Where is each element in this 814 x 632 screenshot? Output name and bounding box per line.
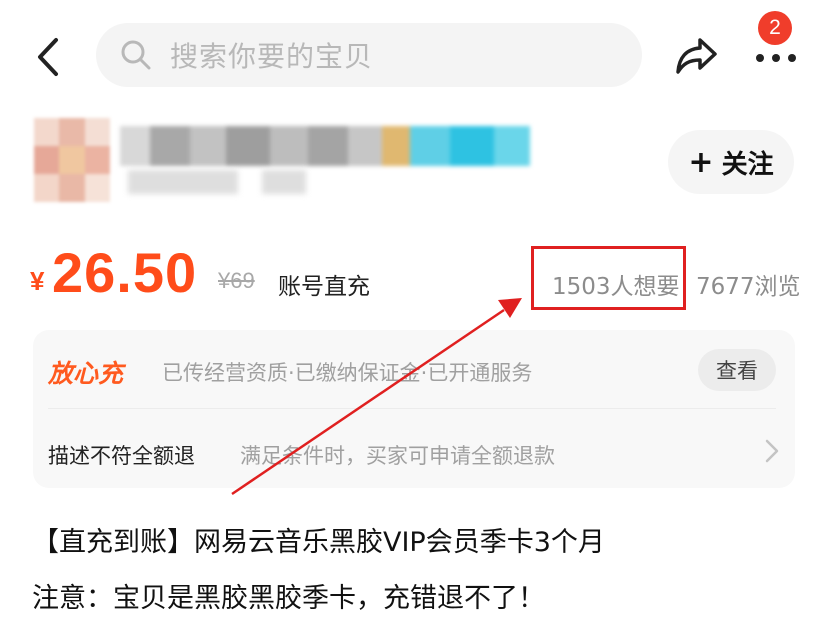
item-note: 注意：宝贝是黑胶黑胶季卡，充错退不了！ (32, 583, 545, 614)
search-placeholder: 搜索你要的宝贝 (170, 40, 374, 73)
search-icon (120, 38, 154, 72)
annotation-highlight-box (531, 246, 686, 310)
seller-name[interactable] (120, 126, 530, 166)
current-price: 26.50 (52, 241, 198, 304)
original-price: ¥69 (218, 268, 255, 293)
back-button[interactable] (26, 30, 70, 84)
delivery-type: 账号直充 (278, 274, 370, 300)
chevron-right-icon (765, 439, 779, 463)
chevron-left-icon (38, 38, 58, 76)
share-icon (676, 38, 717, 74)
view-guarantee-button[interactable]: 查看 (698, 349, 776, 391)
follow-button[interactable]: + 关注 (668, 130, 794, 194)
notification-badge: 2 (758, 11, 792, 45)
plus-icon: + (688, 144, 714, 180)
currency-symbol: ¥ (30, 266, 45, 296)
seller-subtitle (128, 170, 306, 194)
view-count: 7677浏览 (696, 274, 801, 300)
card-divider (48, 408, 776, 409)
more-icon (756, 54, 796, 62)
item-title: 【直充到账】网易云音乐黑胶VIP会员季卡3个月 (32, 527, 605, 558)
refund-title: 描述不符全额退 (48, 444, 195, 468)
share-button[interactable] (670, 30, 722, 82)
refund-description: 满足条件时，买家可申请全额退款 (240, 444, 555, 468)
seller-avatar[interactable] (34, 118, 110, 202)
guarantee-brand: 放心充 (48, 359, 124, 388)
guarantee-services: 已传经营资质·已缴纳保证金·已开通服务 (162, 361, 533, 385)
search-input[interactable]: 搜索你要的宝贝 (96, 23, 642, 87)
follow-label: 关注 (721, 149, 774, 180)
